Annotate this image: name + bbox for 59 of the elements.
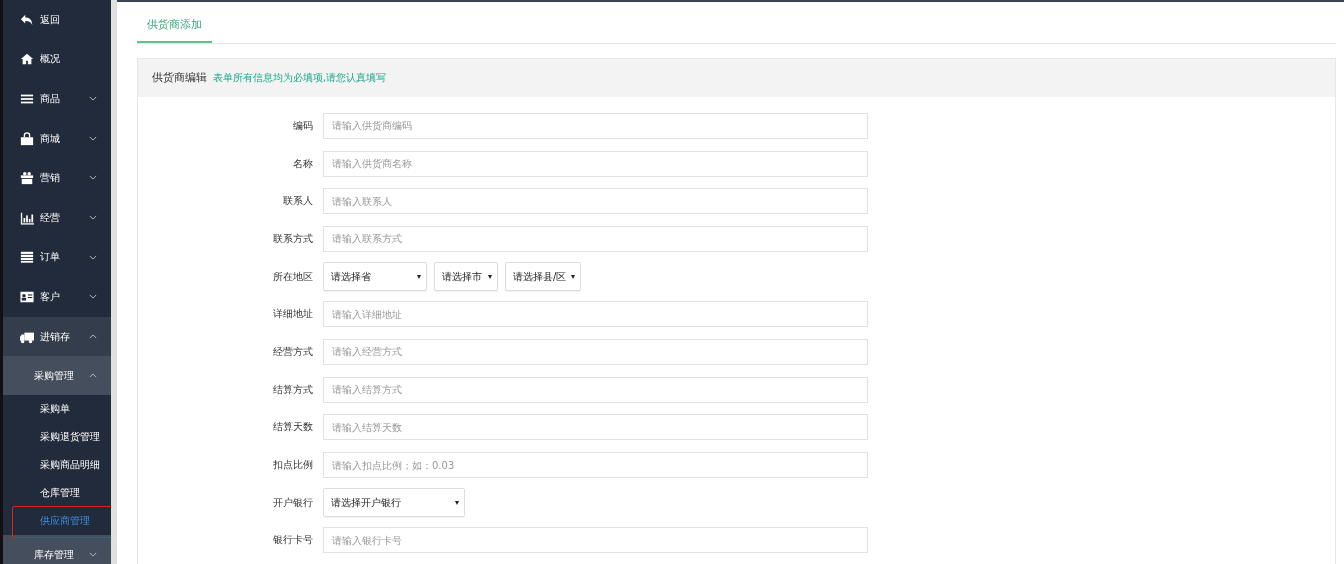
input-field[interactable]: 请输入供货商编码 bbox=[323, 112, 868, 139]
field-label: 结算天数 bbox=[272, 420, 313, 435]
dropdown[interactable]: 请选择省 bbox=[323, 262, 427, 292]
chevron-up-icon bbox=[89, 333, 97, 339]
chart-icon bbox=[20, 210, 34, 225]
panel-title: 供货商编辑 bbox=[152, 71, 207, 85]
sidebar-item[interactable]: 仓库管理 bbox=[3, 479, 111, 508]
dropdown[interactable]: 请选择县/区 bbox=[505, 262, 581, 292]
input-field[interactable]: 请输入供货商名称 bbox=[323, 150, 868, 177]
sidebar-item[interactable]: 采购商品明细 bbox=[3, 451, 111, 480]
input-field[interactable]: 请输入扣点比例；如：0.03 bbox=[323, 452, 868, 479]
sidebar-item[interactable]: 订单 bbox=[3, 237, 111, 278]
sidebar-item[interactable]: 客户 bbox=[3, 277, 111, 317]
chevron-down-icon bbox=[89, 254, 97, 260]
chevron-down-icon bbox=[89, 294, 97, 300]
field-label: 编码 bbox=[292, 118, 313, 133]
input-field[interactable]: 请输入结算天数 bbox=[323, 414, 868, 441]
home-icon bbox=[20, 52, 34, 67]
field-label: 名称 bbox=[292, 156, 313, 171]
gift-icon bbox=[20, 171, 34, 186]
field-label: 所在地区 bbox=[272, 269, 313, 284]
sidebar-item[interactable]: 概况 bbox=[3, 39, 111, 80]
list2-icon bbox=[20, 250, 34, 265]
input-field[interactable]: 请输入经营方式 bbox=[323, 338, 868, 365]
list-icon bbox=[20, 92, 34, 106]
input-field[interactable]: 请输入银行卡号 bbox=[323, 527, 868, 554]
sidebar-item[interactable]: 营销 bbox=[3, 158, 111, 198]
sidebar-item[interactable]: 采购单 bbox=[3, 395, 111, 424]
bag-icon bbox=[20, 131, 34, 146]
field-label: 经营方式 bbox=[272, 344, 313, 359]
sidebar-item[interactable]: 库存管理 bbox=[3, 535, 111, 564]
chevron-down-icon bbox=[89, 135, 97, 141]
sidebar-item[interactable]: 进销存 bbox=[3, 316, 111, 357]
chevron-down-icon bbox=[89, 214, 97, 220]
field-label: 结算方式 bbox=[272, 382, 313, 397]
chevron-down-icon bbox=[89, 96, 97, 102]
sidebar-item[interactable]: 经营 bbox=[3, 197, 111, 238]
sidebar-item[interactable]: 采购退货管理 bbox=[3, 423, 111, 452]
input-field[interactable]: 请输入详细地址 bbox=[323, 301, 868, 328]
field-label: 详细地址 bbox=[272, 307, 313, 322]
panel-note: 表单所有信息均为必填项,请您认真填写 bbox=[213, 71, 387, 85]
sidebar-item[interactable]: 返回 bbox=[3, 0, 111, 40]
input-field[interactable]: 请输入结算方式 bbox=[323, 376, 868, 403]
chevron-down-icon bbox=[89, 175, 97, 181]
chevron-up-icon bbox=[89, 373, 97, 379]
sidebar-item[interactable]: 商品 bbox=[3, 79, 111, 119]
sidebar-item[interactable]: 采购管理 bbox=[3, 356, 111, 396]
dropdown[interactable]: 请选择开户银行 bbox=[323, 488, 465, 518]
input-field[interactable]: 请输入联系方式 bbox=[323, 225, 868, 252]
field-label: 联系方式 bbox=[272, 231, 313, 246]
dropdown[interactable]: 请选择市 bbox=[434, 262, 498, 292]
input-field[interactable]: 请输入联系人 bbox=[323, 188, 868, 215]
chevron-down-icon bbox=[89, 552, 97, 558]
field-label: 扣点比例 bbox=[272, 458, 313, 473]
field-label: 联系人 bbox=[282, 194, 313, 209]
field-label: 银行卡号 bbox=[272, 533, 313, 548]
card-icon bbox=[20, 289, 34, 304]
field-label: 开户银行 bbox=[272, 495, 313, 510]
sidebar-item[interactable]: 商城 bbox=[3, 118, 111, 159]
